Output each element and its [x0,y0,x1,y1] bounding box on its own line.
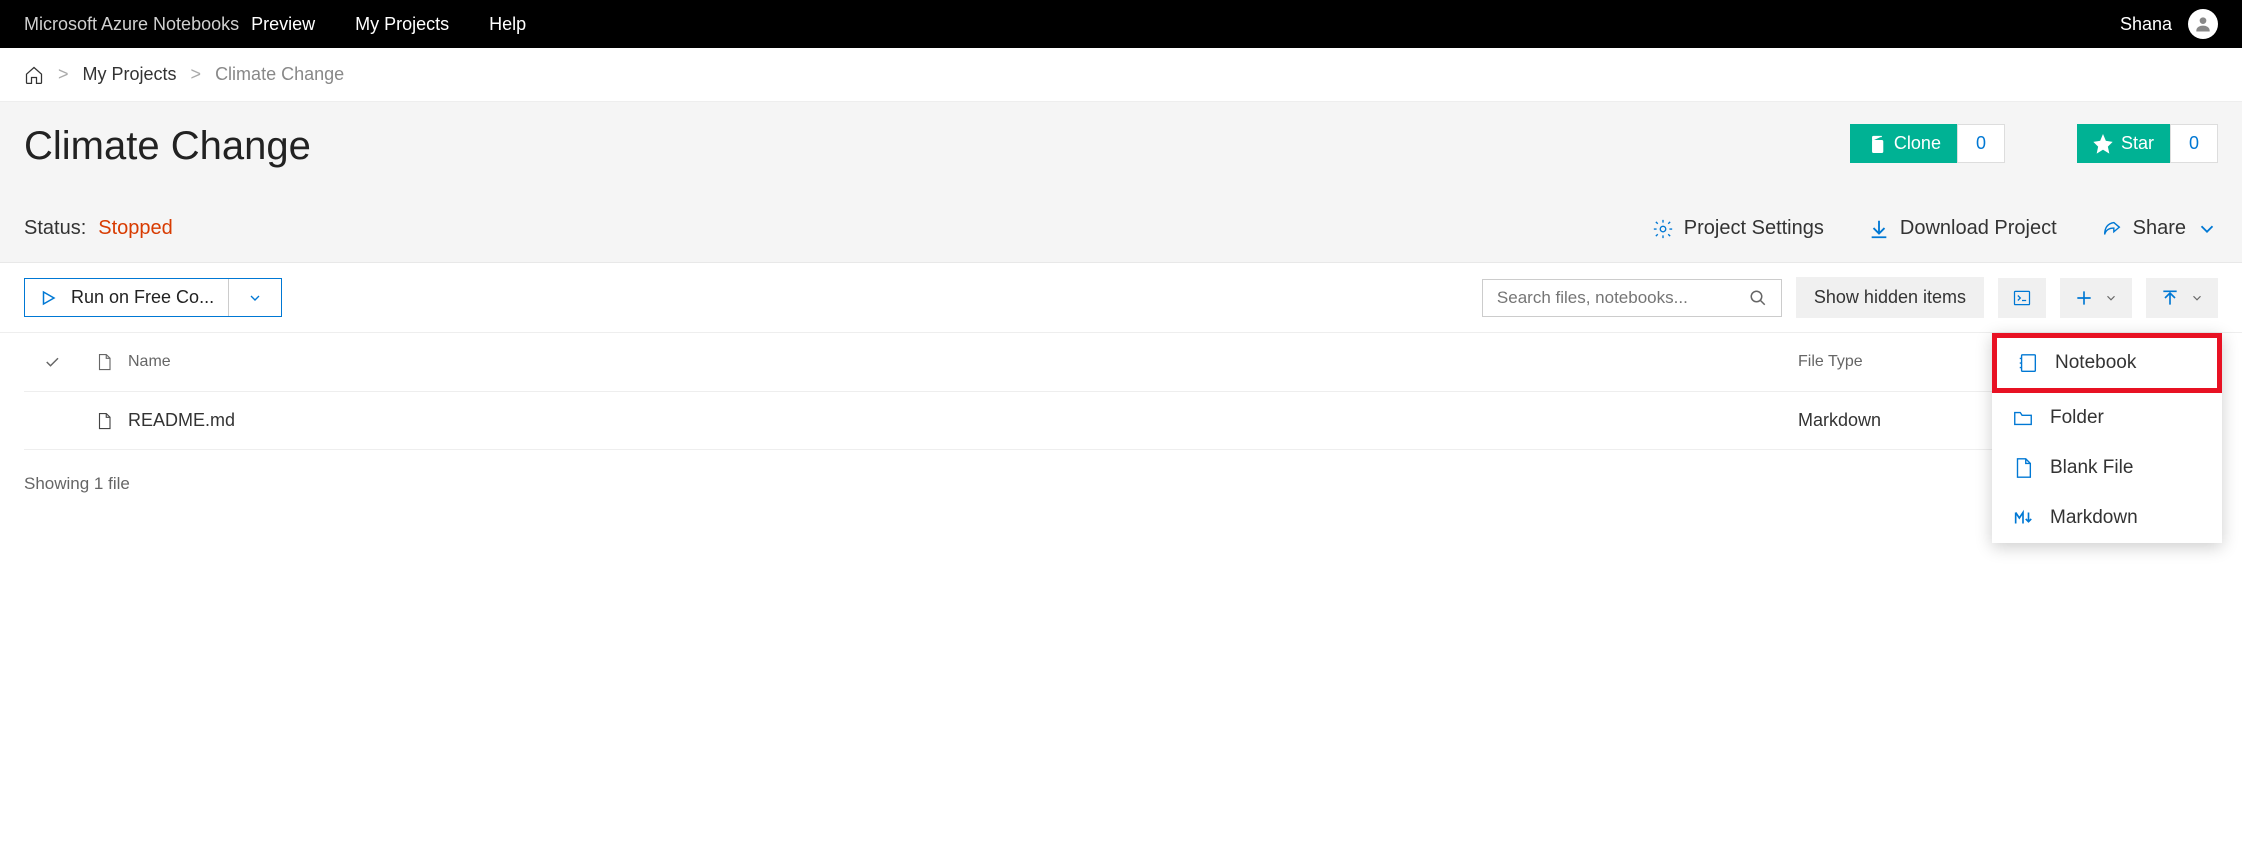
footer-showing: Showing 1 file [0,450,2242,518]
check-icon [43,353,61,371]
chevron-down-icon [2104,291,2118,305]
share-icon [2101,218,2123,240]
star-main: Star [2077,124,2170,163]
new-button[interactable] [2060,278,2132,318]
breadcrumb-sep: > [58,64,69,85]
search-icon [1749,289,1767,307]
star-icon [2093,134,2113,154]
dropdown-item-folder[interactable]: Folder [1992,393,2222,443]
username[interactable]: Shana [2120,14,2172,35]
project-settings-label: Project Settings [1684,217,1824,240]
dropdown-notebook-label: Notebook [2055,352,2136,374]
star-count: 0 [2170,124,2218,163]
nav-help[interactable]: Help [489,14,526,35]
plus-icon [2074,288,2094,308]
gear-icon [1652,218,1674,240]
status-left: Status: Stopped [24,217,173,240]
user-icon [2193,14,2213,34]
nav-my-projects[interactable]: My Projects [355,14,449,35]
table-row[interactable]: README.md Markdown Jan 17, 201 [24,392,2218,450]
run-button[interactable]: Run on Free Co... [24,278,282,317]
show-hidden-label: Show hidden items [1814,287,1966,308]
dropdown-item-markdown[interactable]: Markdown [1992,493,2222,543]
brand[interactable]: Microsoft Azure Notebooks Preview [24,14,315,35]
run-main: Run on Free Co... [25,279,228,316]
dropdown-item-blank-file[interactable]: Blank File [1992,443,2222,493]
chevron-down-icon [2196,218,2218,240]
title-top: Climate Change Clone 0 Star 0 [24,124,2218,169]
breadcrumb: > My Projects > Climate Change [0,48,2242,102]
top-nav-bar: Microsoft Azure Notebooks Preview My Pro… [0,0,2242,48]
share-link[interactable]: Share [2101,217,2218,240]
clone-main: Clone [1850,124,1957,163]
status-label: Status: [24,217,86,240]
file-icon [2012,457,2034,479]
title-section: Climate Change Clone 0 Star 0 Status: St… [0,102,2242,263]
run-dropdown[interactable] [228,279,281,316]
dropdown-item-notebook[interactable]: Notebook [1992,333,2222,393]
brand-name: Microsoft Azure Notebooks [24,14,239,35]
file-table: Name File Type Modified On README.md Mar… [0,333,2242,450]
folder-icon [2012,407,2034,429]
download-project-label: Download Project [1900,217,2057,240]
breadcrumb-current: Climate Change [215,64,344,85]
toolbar: Run on Free Co... Show hidden items [0,263,2242,333]
status-right: Project Settings Download Project Share [1652,217,2218,240]
upload-icon [2160,288,2180,308]
topbar-left: Microsoft Azure Notebooks Preview My Pro… [24,14,526,35]
download-project-link[interactable]: Download Project [1868,217,2057,240]
status-row: Status: Stopped Project Settings Downloa… [24,217,2218,240]
file-icon [95,353,113,371]
star-button[interactable]: Star 0 [2077,124,2218,163]
project-settings-link[interactable]: Project Settings [1652,217,1824,240]
chevron-down-icon [247,290,263,306]
share-label: Share [2133,217,2186,240]
dropdown-folder-label: Folder [2050,407,2104,429]
play-icon [39,289,57,307]
search-box[interactable] [1482,279,1782,317]
clone-count: 0 [1957,124,2005,163]
markdown-icon [2012,507,2034,529]
row-name[interactable]: README.md [128,410,1798,431]
brand-preview: Preview [251,14,315,35]
avatar[interactable] [2188,9,2218,39]
row-type: Markdown [1798,410,1998,431]
breadcrumb-my-projects[interactable]: My Projects [83,64,177,85]
breadcrumb-sep: > [191,64,202,85]
notebook-icon [2017,352,2039,374]
dropdown-blank-file-label: Blank File [2050,457,2133,479]
home-icon[interactable] [24,65,44,85]
star-label: Star [2121,133,2154,154]
col-icon-header [80,353,128,371]
topbar-right: Shana [2120,9,2218,39]
search-input[interactable] [1497,288,1737,308]
title-actions: Clone 0 Star 0 [1850,124,2218,163]
row-icon [80,412,128,430]
col-type-header[interactable]: File Type [1798,353,1998,371]
clone-label: Clone [1894,133,1941,154]
show-hidden-button[interactable]: Show hidden items [1796,277,1984,318]
page-title: Climate Change [24,124,311,169]
upload-button[interactable] [2146,278,2218,318]
col-check-header[interactable] [24,353,80,371]
download-icon [1868,218,1890,240]
status-value: Stopped [98,217,173,240]
terminal-icon [2012,288,2032,308]
clone-icon [1866,134,1886,154]
terminal-button[interactable] [1998,278,2046,318]
run-label: Run on Free Co... [71,287,214,308]
clone-button[interactable]: Clone 0 [1850,124,2005,163]
toolbar-right: Show hidden items [1482,277,2218,318]
table-header: Name File Type Modified On [24,333,2218,392]
chevron-down-icon [2190,291,2204,305]
col-name-header[interactable]: Name [128,353,1798,371]
dropdown-markdown-label: Markdown [2050,507,2138,529]
file-icon [95,412,113,430]
new-dropdown-menu: Notebook Folder Blank File Markdown [1992,333,2222,543]
